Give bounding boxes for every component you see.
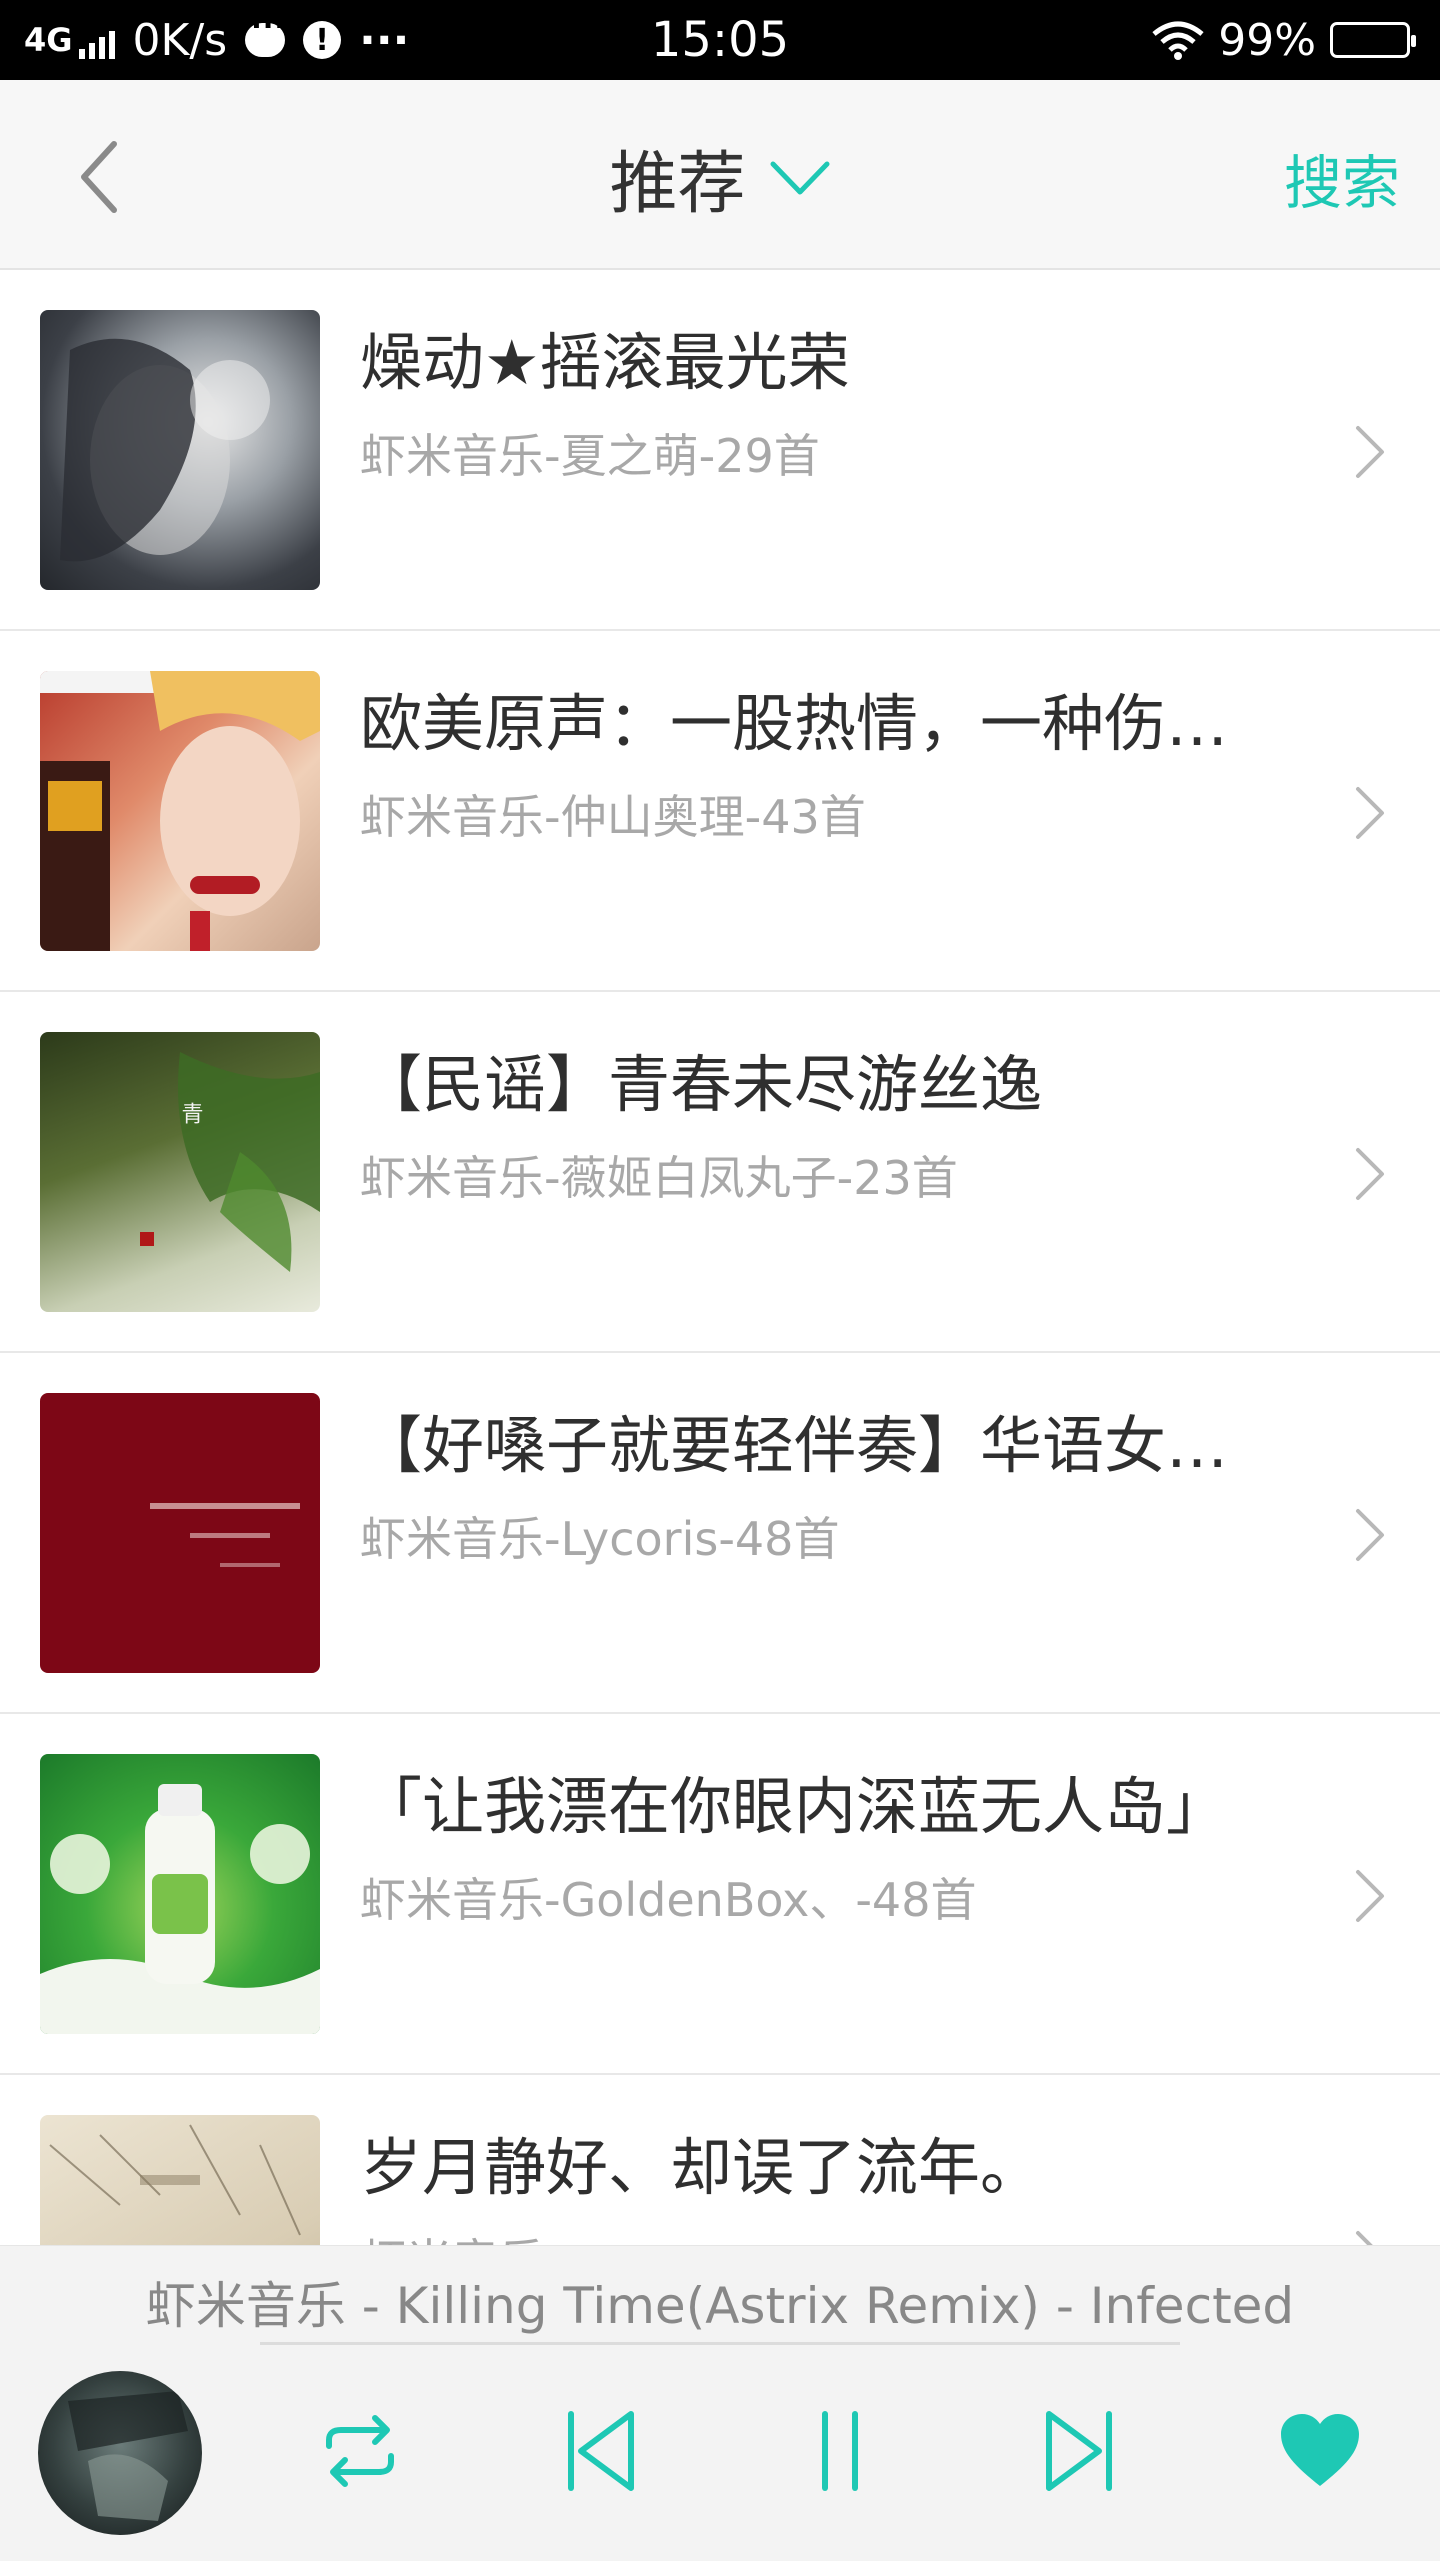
now-playing-text[interactable]: 虾米音乐 - Killing Time(Astrix Remix) - Infe… (0, 2266, 1440, 2338)
battery-percent: 99% (1218, 14, 1316, 66)
previous-button[interactable] (545, 2396, 655, 2506)
progress-bar[interactable] (260, 2342, 1180, 2345)
playlist-row[interactable]: 欧美原声：一股热情，一种伤… 虾米音乐-仲山奥理-43首 (0, 631, 1440, 992)
playlist-row[interactable]: 青 【民谣】青春未尽游丝逸 虾米音乐-薇姬白凤丸子-23首 (0, 992, 1440, 1353)
playlist-title: 【民谣】青春未尽游丝逸 (360, 1048, 1043, 1121)
favorite-button[interactable] (1265, 2396, 1375, 2506)
battery-icon (1330, 22, 1416, 58)
playlist-meta: 虾米音乐-夏之萌-29首 (360, 429, 820, 483)
chevron-right-icon (1356, 2231, 1373, 2245)
playlist-cover: 青 (40, 1032, 320, 1312)
signal-icon (78, 31, 115, 59)
mini-player: 虾米音乐 - Killing Time(Astrix Remix) - Infe… (0, 2245, 1440, 2561)
repeat-button[interactable] (305, 2396, 415, 2506)
more-icon: ··· (359, 14, 410, 66)
network-indicator: 4G (24, 21, 115, 59)
chevron-right-icon (1356, 1148, 1384, 1200)
playlist-row[interactable]: 燥动★摇滚最光荣 虾米音乐-夏之萌-29首 (0, 270, 1440, 631)
album-art[interactable] (38, 2371, 202, 2535)
playlist-row[interactable]: 岁月静好、却误了流年。 虾米音乐- (0, 2075, 1440, 2245)
chevron-right-icon (1356, 1870, 1384, 1922)
playlist-cover (40, 1754, 320, 2034)
playlist-row[interactable]: 「让我漂在你眼内深蓝无人岛」 虾米音乐-GoldenBox、-48首 (0, 1714, 1440, 2075)
playlist-meta: 虾米音乐- (360, 2225, 561, 2245)
playlist-meta: 虾米音乐-薇姬白凤丸子-23首 (360, 1151, 958, 1205)
playlist-title: 欧美原声：一股热情，一种伤… (360, 687, 1229, 760)
playlist-title: 岁月静好、却误了流年。 (360, 2131, 1043, 2204)
skip-next-icon (1046, 2411, 1112, 2491)
chevron-down-icon (770, 161, 830, 194)
heart-icon (1281, 2414, 1359, 2486)
network-speed: 0K/s (132, 14, 228, 66)
wifi-icon (1152, 21, 1204, 60)
alert-icon: ! (303, 21, 342, 59)
playlist-cover (40, 310, 320, 590)
network-type: 4G (24, 21, 73, 59)
category-selector[interactable]: 推荐 (0, 128, 1440, 227)
status-bar: 4G 0K/s ! ··· 15:05 99% (0, 0, 1440, 80)
chevron-right-icon (1356, 1509, 1384, 1561)
next-button[interactable] (1025, 2396, 1135, 2506)
page-title: 推荐 (609, 145, 746, 224)
message-icon (245, 9, 286, 57)
playlist-row[interactable]: 【好嗓子就要轻伴奏】华语女… 虾米音乐-Lycoris-48首 (0, 1353, 1440, 1714)
playlist-cover (40, 2115, 320, 2245)
playlist-meta: 虾米音乐-仲山奥理-43首 (360, 790, 866, 844)
skip-previous-icon (568, 2411, 634, 2491)
playlist-title: 「让我漂在你眼内深蓝无人岛」 (360, 1770, 1229, 1843)
search-button[interactable]: 搜索 (1284, 136, 1400, 220)
top-nav-bar: 推荐 搜索 (0, 80, 1440, 270)
pause-icon (822, 2411, 858, 2491)
chevron-right-icon (1356, 787, 1384, 839)
chevron-right-icon (1356, 426, 1384, 478)
playlist-cover (40, 1393, 320, 1673)
pause-button[interactable] (785, 2396, 895, 2506)
playlist-title: 【好嗓子就要轻伴奏】华语女… (360, 1409, 1229, 1482)
playlist-cover (40, 671, 320, 951)
svg-text:青: 青 (178, 1102, 203, 1124)
playlist-meta: 虾米音乐-Lycoris-48首 (360, 1512, 840, 1566)
repeat-icon (326, 2415, 394, 2487)
playlist-meta: 虾米音乐-GoldenBox、-48首 (360, 1873, 977, 1927)
playlist-title: 燥动★摇滚最光荣 (360, 326, 850, 399)
playlist-list: 燥动★摇滚最光荣 虾米音乐-夏之萌-29首 欧美原声：一股热情，一种伤… 虾米音… (0, 270, 1440, 2245)
